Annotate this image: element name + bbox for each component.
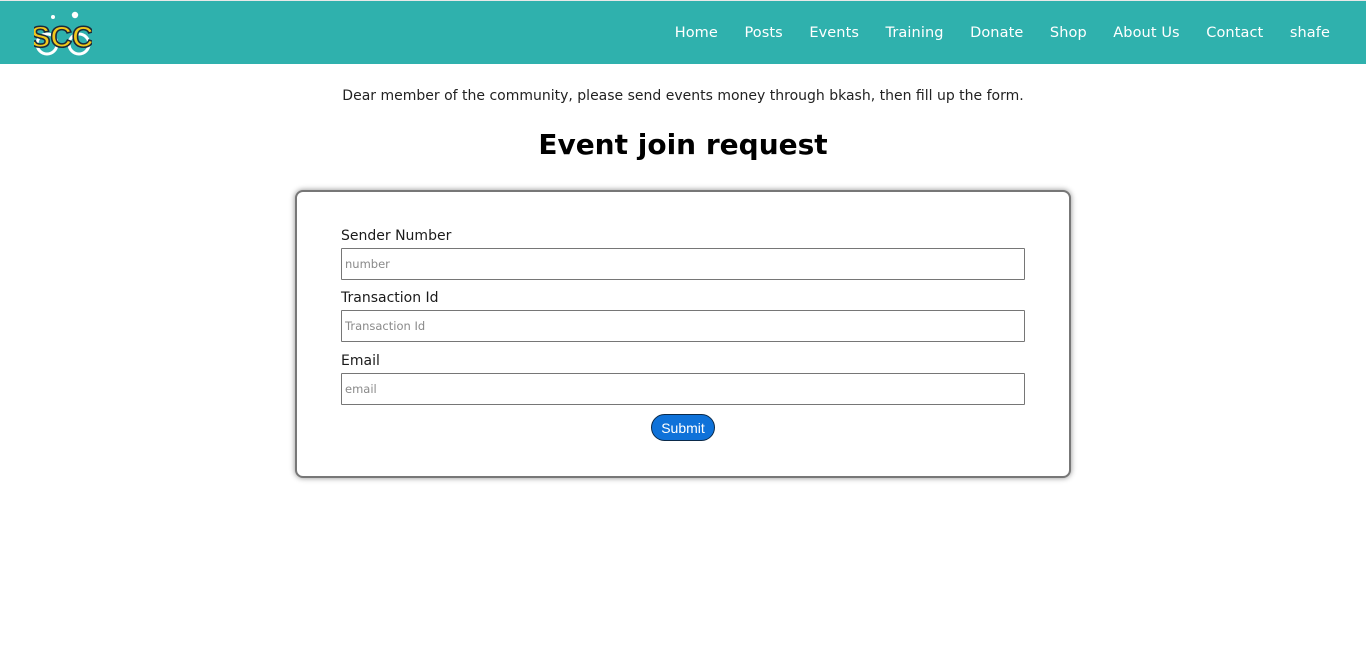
nav-shop[interactable]: Shop	[1050, 25, 1087, 41]
scc-logo-graphic: SCC	[30, 11, 94, 56]
nav-events[interactable]: Events	[809, 25, 859, 41]
sender-number-input[interactable]	[341, 248, 1025, 280]
sender-number-label: Sender Number	[341, 228, 452, 244]
nav-contact[interactable]: Contact	[1206, 25, 1263, 41]
nav-posts[interactable]: Posts	[744, 25, 782, 41]
submit-button[interactable]: Submit	[651, 414, 715, 441]
nav-user-profile[interactable]: shafe	[1290, 25, 1330, 41]
nav-about-us[interactable]: About Us	[1113, 25, 1179, 41]
transaction-id-input[interactable]	[341, 310, 1025, 342]
payment-notice: Dear member of the community, please sen…	[342, 88, 1024, 104]
event-join-form: Sender Number Transaction Id Email Submi…	[295, 190, 1071, 478]
email-input[interactable]	[341, 373, 1025, 405]
top-navbar: SCC Home Posts Events Training Donate Sh…	[0, 0, 1366, 64]
main-nav: Home Posts Events Training Donate Shop A…	[648, 1, 1330, 65]
transaction-id-label: Transaction Id	[341, 290, 439, 306]
email-label: Email	[341, 353, 380, 369]
logo-wordmark: SCC	[34, 21, 92, 54]
page-title: Event join request	[538, 128, 828, 161]
nav-donate[interactable]: Donate	[970, 25, 1023, 41]
nav-home[interactable]: Home	[675, 25, 718, 41]
scc-logo-icon[interactable]: SCC	[30, 9, 94, 57]
nav-training[interactable]: Training	[886, 25, 944, 41]
